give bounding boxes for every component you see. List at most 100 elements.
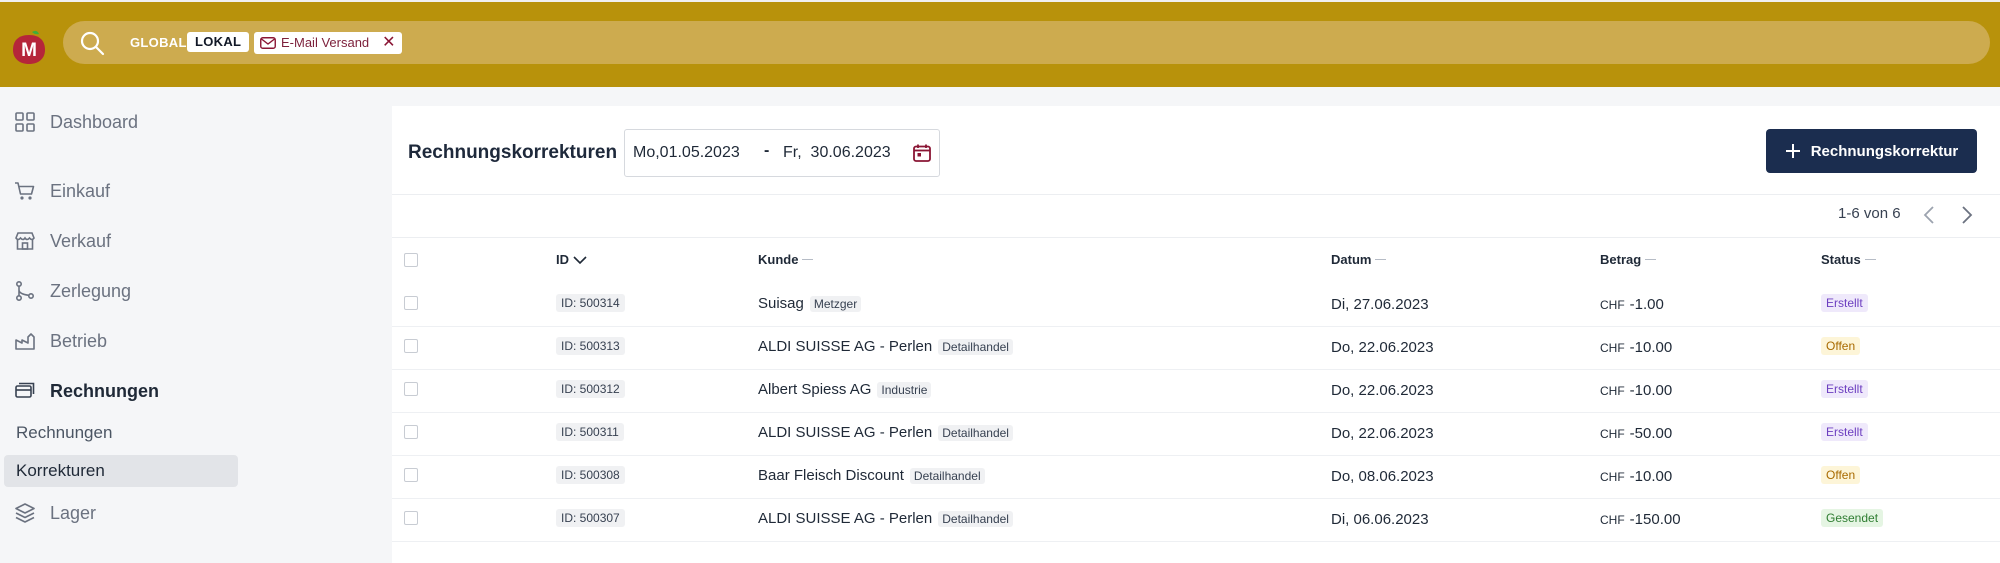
row-checkbox[interactable] bbox=[404, 425, 418, 439]
row-id-badge[interactable]: ID: 500314 bbox=[556, 294, 625, 312]
column-header-betrag[interactable]: Betrag bbox=[1600, 252, 1657, 267]
row-checkbox[interactable] bbox=[404, 339, 418, 353]
row-id-badge[interactable]: ID: 500312 bbox=[556, 380, 625, 398]
store-icon bbox=[15, 232, 35, 250]
row-betrag: CHF -150.00 bbox=[1600, 511, 1681, 528]
sort-neutral-icon bbox=[802, 259, 814, 260]
row-datum: Do, 22.06.2023 bbox=[1331, 382, 1434, 399]
kunde-name: Suisag bbox=[758, 295, 804, 312]
date-from[interactable]: Mo,01.05.2023 bbox=[633, 144, 740, 162]
sidebar-subitem-korrekturen[interactable]: Korrekturen bbox=[4, 455, 238, 487]
row-kunde[interactable]: Albert Spiess AG Industrie bbox=[758, 381, 932, 398]
pagination-info: 1-6 von 6 bbox=[1838, 205, 1901, 222]
sidebar-item-zerlegung[interactable]: Zerlegung bbox=[14, 276, 131, 306]
sidebar-item-label: Einkauf bbox=[50, 180, 111, 201]
currency-label: CHF bbox=[1600, 298, 1625, 312]
sort-neutral-icon bbox=[1864, 259, 1876, 260]
row-kunde[interactable]: Baar Fleisch Discount Detailhandel bbox=[758, 467, 985, 484]
search-icon[interactable] bbox=[79, 30, 105, 56]
filter-chip-label: E-Mail Versand bbox=[281, 35, 370, 50]
currency-label: CHF bbox=[1600, 384, 1625, 398]
row-betrag: CHF -50.00 bbox=[1600, 425, 1672, 442]
date-range-picker[interactable]: Mo,01.05.2023 - Fr, 30.06.2023 bbox=[624, 129, 940, 177]
row-checkbox[interactable] bbox=[404, 511, 418, 525]
page-title: Rechnungskorrekturen bbox=[408, 142, 618, 163]
divider bbox=[392, 237, 2000, 238]
layers-icon bbox=[15, 503, 35, 523]
row-kunde[interactable]: Suisag Metzger bbox=[758, 295, 862, 312]
row-betrag: CHF -10.00 bbox=[1600, 382, 1672, 399]
scope-lokal-toggle[interactable]: LOKAL bbox=[187, 32, 250, 52]
sidebar-item-rechnungen[interactable]: Rechnungen bbox=[14, 376, 159, 406]
sidebar-item-betrieb[interactable]: Betrieb bbox=[14, 326, 107, 356]
sidebar-item-dashboard[interactable]: Dashboard bbox=[14, 107, 138, 137]
row-datum: Di, 06.06.2023 bbox=[1331, 511, 1429, 528]
sidebar-item-einkauf[interactable]: Einkauf bbox=[14, 176, 110, 206]
row-checkbox[interactable] bbox=[404, 296, 418, 310]
row-divider bbox=[392, 498, 2000, 499]
select-all-checkbox[interactable] bbox=[404, 253, 418, 267]
row-betrag: CHF -10.00 bbox=[1600, 468, 1672, 485]
row-divider bbox=[392, 369, 2000, 370]
row-divider bbox=[392, 412, 2000, 413]
scope-global-toggle[interactable]: GLOBAL bbox=[130, 35, 187, 50]
add-button-label: Rechnungskorrektur bbox=[1810, 142, 1959, 160]
column-header-id[interactable]: ID bbox=[556, 252, 587, 267]
date-to[interactable]: Fr, 30.06.2023 bbox=[783, 144, 891, 162]
kunde-tag: Detailhandel bbox=[938, 424, 1013, 441]
row-kunde[interactable]: ALDI SUISSE AG - Perlen Detailhandel bbox=[758, 338, 1013, 355]
row-id-badge[interactable]: ID: 500308 bbox=[556, 466, 625, 484]
search-bar[interactable]: GLOBAL LOKAL E-Mail Versand ✕ bbox=[63, 21, 1990, 64]
branch-icon bbox=[15, 280, 35, 302]
sidebar-subitem-rechnungen[interactable]: Rechnungen bbox=[4, 417, 238, 449]
row-id-badge[interactable]: ID: 500307 bbox=[556, 509, 625, 527]
kunde-name: ALDI SUISSE AG - Perlen bbox=[758, 424, 933, 441]
kunde-name: Albert Spiess AG bbox=[758, 381, 872, 398]
main-panel: Rechnungskorrekturen Mo,01.05.2023 - Fr,… bbox=[392, 106, 2000, 563]
betrag-value: -10.00 bbox=[1629, 339, 1673, 356]
column-label: Status bbox=[1821, 252, 1861, 267]
row-id-badge[interactable]: ID: 500313 bbox=[556, 337, 625, 355]
row-kunde[interactable]: ALDI SUISSE AG - Perlen Detailhandel bbox=[758, 510, 1013, 527]
top-bar: M GLOBAL LOKAL E-Mail Versand ✕ bbox=[0, 0, 2000, 87]
close-icon[interactable]: ✕ bbox=[382, 32, 395, 54]
betrag-value: -150.00 bbox=[1629, 511, 1681, 528]
sidebar-item-lager[interactable]: Lager bbox=[14, 498, 96, 528]
filter-chip-email-versand[interactable]: E-Mail Versand ✕ bbox=[254, 32, 402, 54]
kunde-tag: Industrie bbox=[877, 381, 932, 398]
row-divider bbox=[392, 326, 2000, 327]
row-kunde[interactable]: ALDI SUISSE AG - Perlen Detailhandel bbox=[758, 424, 1013, 441]
status-badge: Erstellt bbox=[1821, 380, 1868, 398]
chevron-right-icon[interactable] bbox=[1960, 205, 1974, 230]
currency-label: CHF bbox=[1600, 341, 1625, 355]
add-rechnungskorrektur-button[interactable]: Rechnungskorrektur bbox=[1766, 129, 1977, 173]
row-divider bbox=[392, 541, 2000, 542]
row-id-badge[interactable]: ID: 500311 bbox=[556, 423, 624, 441]
currency-label: CHF bbox=[1600, 427, 1625, 441]
column-header-datum[interactable]: Datum bbox=[1331, 252, 1387, 267]
kunde-name: ALDI SUISSE AG - Perlen bbox=[758, 510, 933, 527]
row-checkbox[interactable] bbox=[404, 468, 418, 482]
row-datum: Do, 08.06.2023 bbox=[1331, 468, 1434, 485]
row-datum: Do, 22.06.2023 bbox=[1331, 425, 1434, 442]
factory-icon bbox=[15, 333, 35, 350]
currency-label: CHF bbox=[1600, 470, 1625, 484]
kunde-tag: Detailhandel bbox=[909, 467, 985, 484]
row-datum: Do, 22.06.2023 bbox=[1331, 339, 1434, 356]
status-badge: Gesendet bbox=[1821, 509, 1884, 527]
calendar-icon[interactable] bbox=[912, 143, 932, 168]
date-separator: - bbox=[764, 142, 770, 159]
column-header-status[interactable]: Status bbox=[1821, 252, 1876, 267]
row-divider bbox=[392, 455, 2000, 456]
kunde-name: Baar Fleisch Discount bbox=[758, 467, 904, 484]
chevron-down-icon bbox=[573, 255, 587, 264]
column-header-kunde[interactable]: Kunde bbox=[758, 252, 814, 267]
sidebar-item-verkauf[interactable]: Verkauf bbox=[14, 226, 111, 256]
column-label: Betrag bbox=[1600, 252, 1642, 267]
row-checkbox[interactable] bbox=[404, 382, 418, 396]
app-logo-icon[interactable]: M bbox=[10, 28, 48, 66]
row-datum: Di, 27.06.2023 bbox=[1331, 296, 1429, 313]
chevron-left-icon[interactable] bbox=[1922, 205, 1936, 230]
sort-neutral-icon bbox=[1375, 259, 1387, 260]
betrag-value: -10.00 bbox=[1629, 468, 1673, 485]
